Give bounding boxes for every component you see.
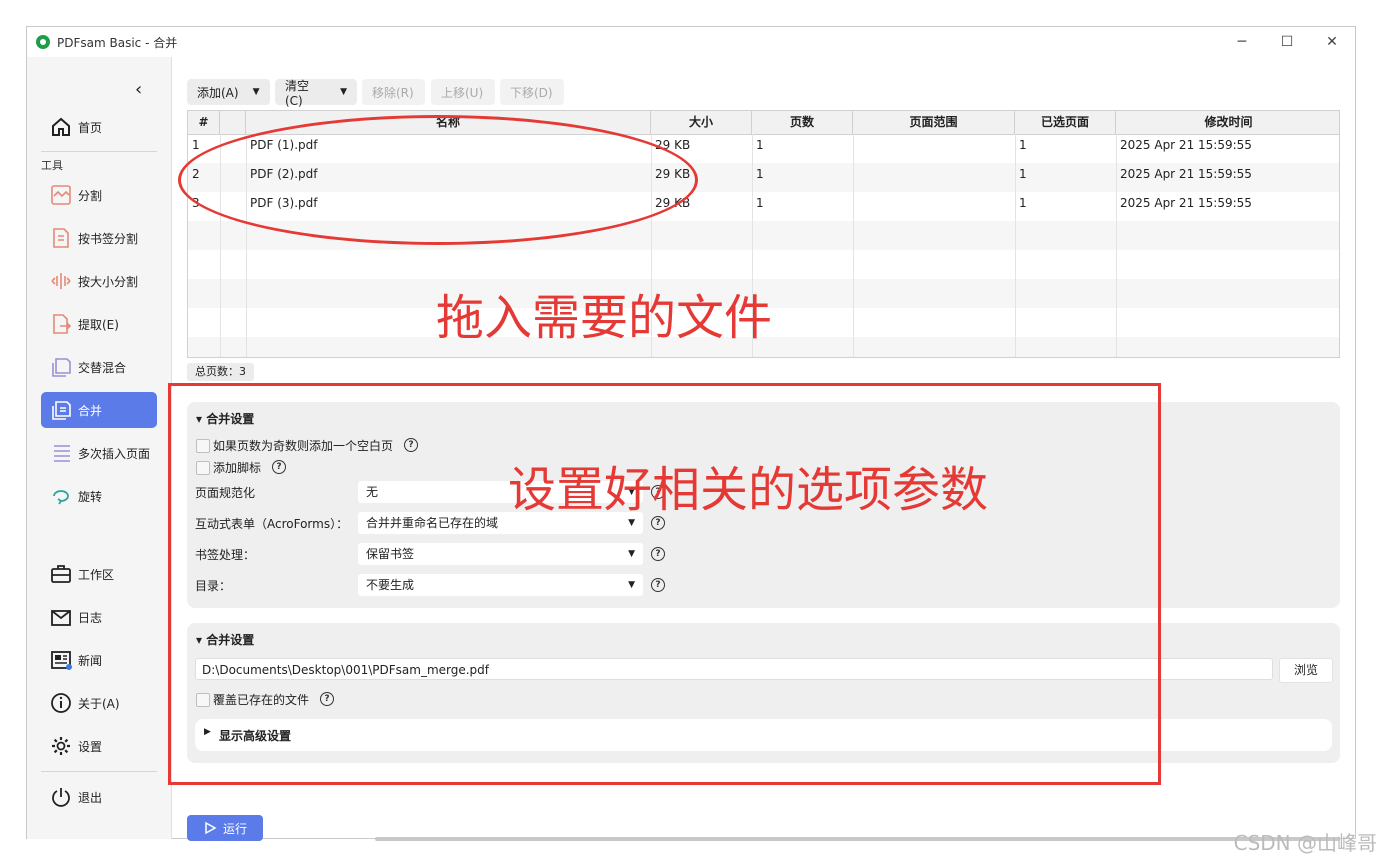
cell-modified: 2025 Apr 21 15:59:55: [1120, 167, 1252, 181]
cell-pages: 1: [756, 196, 764, 210]
sidebar-item-settings[interactable]: 设置: [41, 728, 157, 764]
gear-icon: [48, 733, 74, 759]
column-header-selected-pages[interactable]: 已选页面: [1015, 111, 1116, 134]
sidebar-item-label: 旋转: [78, 489, 103, 504]
tools-section-label: 工具: [41, 159, 63, 172]
sidebar-item-label: 日志: [78, 610, 103, 625]
sidebar-item-news[interactable]: 新闻: [41, 642, 157, 678]
workspace-icon: [48, 561, 74, 587]
cell-selected: 1: [1019, 167, 1027, 181]
cell-modified: 2025 Apr 21 15:59:55: [1120, 196, 1252, 210]
sidebar-item-split[interactable]: 分割: [41, 177, 157, 213]
column-header-size[interactable]: 大小: [651, 111, 752, 134]
sidebar-item-label: 工作区: [78, 567, 115, 582]
sidebar-item-label: 新闻: [78, 653, 103, 668]
sidebar-item-insert-pages[interactable]: 多次插入页面: [41, 435, 157, 471]
annotation-set-options-text: 设置好相关的选项参数: [508, 462, 989, 518]
sidebar-item-log[interactable]: 日志: [41, 599, 157, 635]
horizontal-scrollbar[interactable]: [375, 837, 1340, 841]
insert-pages-icon: [48, 440, 74, 466]
cell-range[interactable]: [853, 163, 1015, 192]
cell-selected: 1: [1019, 196, 1027, 210]
watermark: CSDN @山峰哥: [1233, 831, 1377, 855]
maximize-button[interactable]: ☐: [1272, 31, 1302, 53]
cell-range[interactable]: [853, 134, 1015, 163]
sidebar-item-label: 首页: [78, 120, 103, 135]
cell-selected: 1: [1019, 138, 1027, 152]
sidebar-item-exit[interactable]: 退出: [41, 779, 157, 815]
move-up-button[interactable]: 上移(U): [431, 79, 495, 105]
total-pages-badge: 总页数：3: [187, 363, 254, 381]
sidebar-divider: [41, 771, 157, 772]
power-icon: [48, 784, 74, 810]
sidebar-item-extract[interactable]: 提取(E): [41, 306, 157, 342]
cell-pages: 1: [756, 167, 764, 181]
remove-button[interactable]: 移除(R): [362, 79, 425, 105]
run-button-label: 运行: [222, 821, 247, 836]
empty-row: [188, 250, 1339, 279]
sidebar-item-split-by-bookmarks[interactable]: 按书签分割: [41, 220, 157, 256]
sidebar-item-merge[interactable]: 合并: [41, 392, 157, 428]
pdfsam-logo-icon: [36, 35, 50, 49]
browse-button[interactable]: 浏览: [1279, 658, 1333, 683]
collapse-sidebar-button[interactable]: ‹: [135, 79, 142, 100]
annotation-rectangle: [168, 383, 1161, 785]
sidebar-item-label: 按大小分割: [78, 274, 139, 289]
column-header-page-range[interactable]: 页面范围: [853, 111, 1015, 134]
rotate-icon: [48, 483, 74, 509]
sidebar-item-rotate[interactable]: 旋转: [41, 478, 157, 514]
cell-range[interactable]: [853, 192, 1015, 221]
column-divider: [853, 134, 854, 357]
sidebar-item-label: 合并: [78, 403, 103, 418]
sidebar-item-label: 分割: [78, 188, 103, 203]
play-icon: [205, 821, 217, 835]
column-divider: [1015, 134, 1016, 357]
column-header-modified[interactable]: 修改时间: [1116, 111, 1339, 134]
chevron-down-icon: ▼: [340, 87, 347, 97]
column-divider: [1116, 134, 1117, 357]
clear-button-label: 清空(C): [285, 78, 310, 108]
sidebar-item-split-by-size[interactable]: 按大小分割: [41, 263, 157, 299]
run-button[interactable]: 运行: [187, 815, 263, 841]
sidebar: ‹ 首页 工具 分割 按书签分割 按大小分割 提取(E) 交替混合 合并 多次插…: [27, 57, 172, 839]
sidebar-item-about[interactable]: 关于(A): [41, 685, 157, 721]
sidebar-item-label: 关于(A): [78, 696, 120, 711]
bookmark-split-icon: [48, 225, 74, 251]
close-button[interactable]: ✕: [1317, 31, 1347, 53]
clear-button[interactable]: 清空(C) ▼: [275, 78, 357, 108]
annotation-ellipse: [178, 115, 698, 245]
column-header-pages[interactable]: 页数: [752, 111, 853, 134]
add-button[interactable]: 添加(A) ▼: [187, 79, 270, 105]
home-icon: [48, 114, 74, 140]
sidebar-item-alternate-mix[interactable]: 交替混合: [41, 349, 157, 385]
sidebar-item-home[interactable]: 首页: [41, 109, 157, 145]
column-header-blank[interactable]: [220, 111, 246, 134]
chevron-down-icon: ▼: [252, 87, 260, 97]
column-header-number[interactable]: #: [188, 111, 220, 134]
merge-icon: [48, 397, 74, 423]
sidebar-item-label: 按书签分割: [78, 231, 139, 246]
cell-modified: 2025 Apr 21 15:59:55: [1120, 138, 1252, 152]
move-down-button[interactable]: 下移(D): [500, 79, 564, 105]
log-icon: [48, 604, 74, 630]
minimize-button[interactable]: ─: [1227, 31, 1257, 53]
title-bar: PDFsam Basic - 合并 ─ ☐ ✕: [27, 27, 1355, 57]
sidebar-item-label: 设置: [78, 739, 103, 754]
extract-icon: [48, 311, 74, 337]
sidebar-item-workspace[interactable]: 工作区: [41, 556, 157, 592]
cell-pages: 1: [756, 138, 764, 152]
size-split-icon: [48, 268, 74, 294]
info-icon: [48, 690, 74, 716]
alternate-mix-icon: [48, 354, 74, 380]
news-icon: [48, 647, 74, 673]
sidebar-item-label: 退出: [78, 790, 103, 805]
split-icon: [48, 182, 74, 208]
sidebar-item-label: 交替混合: [78, 360, 127, 375]
add-button-label: 添加(A): [197, 85, 239, 100]
annotation-drag-files-text: 拖入需要的文件: [436, 290, 773, 346]
sidebar-divider: [41, 151, 157, 152]
sidebar-item-label: 多次插入页面: [78, 446, 151, 461]
window-title: PDFsam Basic - 合并: [57, 36, 178, 50]
sidebar-item-label: 提取(E): [78, 317, 119, 332]
